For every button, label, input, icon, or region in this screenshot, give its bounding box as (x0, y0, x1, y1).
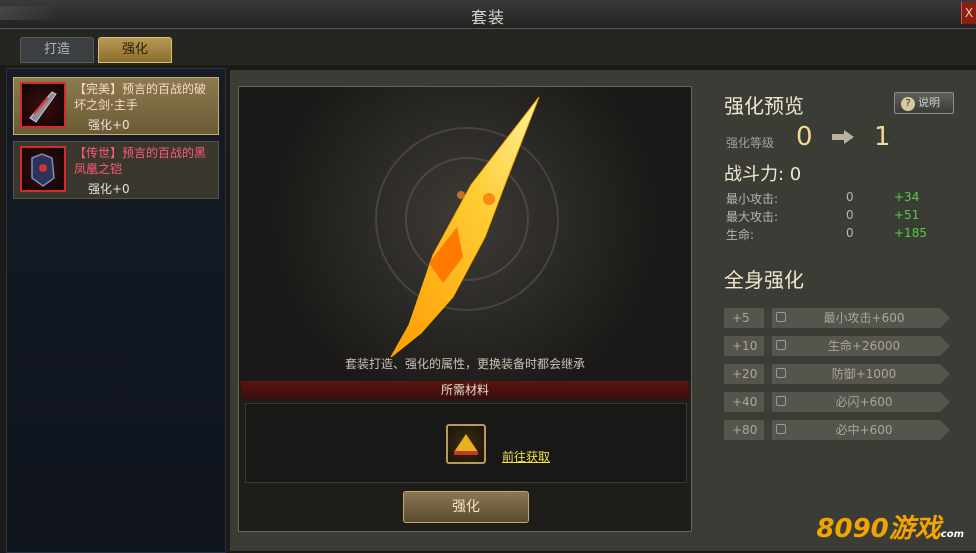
preview-title: 强化预览 (724, 94, 804, 118)
fullbody-bonus: +10 生命+26000 (724, 336, 950, 356)
item-level: 强化+0 (88, 118, 130, 132)
arrow-right-icon (832, 130, 854, 144)
stat-label: 最小攻击: (726, 192, 779, 206)
armor-icon (20, 146, 66, 192)
stat-label: 生命: (726, 228, 755, 242)
lock-icon (776, 424, 786, 434)
watermark-brand: 8090游戏 (816, 514, 941, 544)
bonus-level: +5 (732, 311, 750, 325)
explain-label: 说明 (918, 96, 940, 109)
level-label: 强化等级 (726, 136, 775, 150)
bonus-text: 生命+26000 (827, 339, 901, 353)
item-name: 【传世】预言的百战的黑凤凰之铠 (74, 146, 207, 176)
fullbody-bonus: +40 必闪+600 (724, 392, 950, 412)
materials-header: 所需材料 (241, 381, 689, 399)
level-to: 1 (874, 122, 891, 152)
lock-icon (776, 340, 786, 350)
bonus-text: 防御+1000 (831, 367, 897, 381)
fullbody-bonus: +80 必中+600 (724, 420, 950, 440)
divider (764, 420, 772, 440)
tab-enhance[interactable]: 强化 (98, 37, 172, 63)
fullbody-title: 全身强化 (724, 268, 804, 292)
fullbody-bonus: +5 最小攻击+600 (724, 308, 950, 328)
stat-gain: +185 (894, 226, 927, 240)
watermark-logo: 8090游戏com (816, 508, 964, 545)
close-button[interactable]: X (961, 2, 976, 24)
bonus-level: +40 (732, 395, 758, 409)
divider (764, 308, 772, 328)
stat-value: 0 (846, 208, 854, 222)
bonus-text: 必闪+600 (835, 395, 893, 409)
divider (764, 336, 772, 356)
title-bar: 套装 X (0, 0, 976, 29)
bonus-level: +10 (732, 339, 758, 353)
stat-gain: +51 (894, 208, 920, 222)
combat-power: 战斗力: 0 (724, 164, 802, 185)
enhance-preview-panel: 强化预览 ? 说明 强化等级 0 1 战斗力: 0 最小攻击: 0 +34 最大攻… (700, 86, 976, 551)
bonus-text: 最小攻击+600 (823, 311, 905, 325)
level-from: 0 (796, 122, 813, 152)
tab-forge[interactable]: 打造 (20, 37, 94, 63)
stat-gain: +34 (894, 190, 920, 204)
enhance-button[interactable]: 强化 (403, 491, 529, 523)
list-item[interactable]: 【完美】预言的百战的破坏之剑·主手 强化+0 (13, 77, 219, 135)
explain-button[interactable]: ? 说明 (894, 92, 954, 114)
divider (764, 364, 772, 384)
sword-artwork (390, 96, 540, 358)
watermark-sub: com (940, 529, 964, 540)
bonus-level: +20 (732, 367, 758, 381)
sword-icon (20, 82, 66, 128)
item-name: 【完美】预言的百战的破坏之剑·主手 (74, 82, 207, 112)
materials-box: 前往获取 (245, 403, 687, 483)
inheritance-note: 套装打造、强化的属性，更换装备时都会继承 (344, 357, 585, 371)
lock-icon (776, 368, 786, 378)
fullbody-bonus: +20 防御+1000 (724, 364, 950, 384)
help-icon: ? (901, 97, 915, 111)
divider (764, 392, 772, 412)
window-title: 套装 (470, 8, 505, 27)
bonus-level: +80 (732, 423, 758, 437)
equipment-showcase: 套装打造、强化的属性，更换装备时都会继承 所需材料 前往获取 强化 (238, 86, 692, 532)
tab-bar: 打造 强化 (0, 29, 976, 65)
stat-value: 0 (846, 226, 854, 240)
lock-icon (776, 312, 786, 322)
stat-value: 0 (846, 190, 854, 204)
stat-label: 最大攻击: (726, 210, 779, 224)
material-icon[interactable] (446, 424, 486, 464)
lock-icon (776, 396, 786, 406)
item-level: 强化+0 (88, 182, 130, 196)
equipment-list: 【完美】预言的百战的破坏之剑·主手 强化+0 【传世】预言的百战的黑凤凰之铠 强… (6, 68, 226, 553)
obtain-link[interactable]: 前往获取 (502, 448, 550, 465)
list-item[interactable]: 【传世】预言的百战的黑凤凰之铠 强化+0 (13, 141, 219, 199)
bonus-text: 必中+600 (835, 423, 893, 437)
preview-stage: 套装打造、强化的属性，更换装备时都会继承 (239, 87, 691, 381)
